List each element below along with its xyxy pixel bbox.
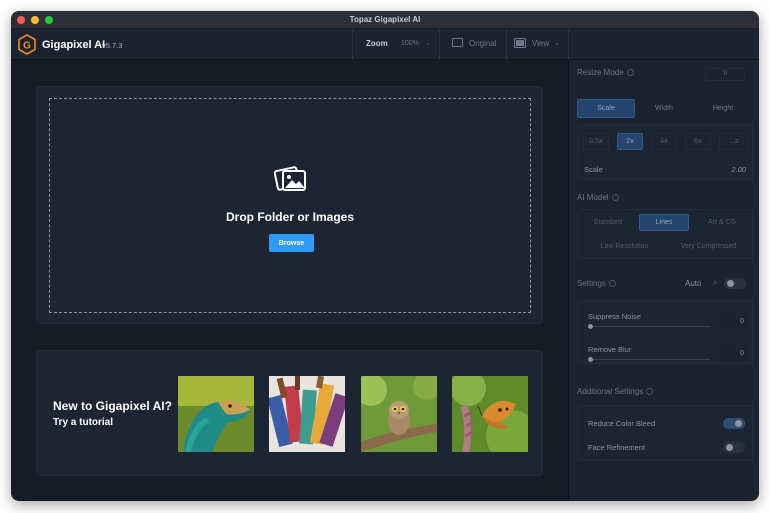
resize-mode-extra[interactable]: Tı — [705, 68, 745, 81]
face-refinement-label: Face Refinement — [588, 443, 646, 452]
scale-option-custom[interactable]: ...s — [719, 133, 749, 150]
tutorial-subtitle: Try a tutorial — [53, 417, 114, 428]
scale-option-4x[interactable]: 4x — [651, 133, 677, 150]
reduce-color-bleed-toggle[interactable] — [723, 418, 745, 429]
tutorial-thumbnail-paintbrushes[interactable] — [269, 376, 345, 452]
suppress-noise-slider[interactable] — [590, 326, 710, 327]
tab-scale[interactable]: Scale — [577, 99, 635, 118]
ai-model-card: Standard Lines Art & CG Low Resolution V… — [577, 209, 753, 259]
toolbar-divider — [568, 29, 569, 60]
additional-settings-heading: Additional Settings — [577, 387, 654, 396]
scale-card: 0.5x 2x 4x 6x ...s Scale 2.00 — [577, 124, 753, 180]
toolbar: G Gigapixel AI v5.7.3 Zoom 100% ⌄ Origin… — [11, 29, 759, 60]
ai-model-heading: AI Model — [577, 193, 619, 202]
images-icon — [274, 166, 306, 191]
scale-value[interactable]: 2.00 — [731, 165, 746, 174]
settings-card: Suppress Noise 0 Remove Blur 0 — [577, 300, 753, 364]
tutorial-thumbnail-lizard[interactable] — [178, 376, 254, 452]
help-icon[interactable] — [608, 280, 616, 287]
tutorial-thumbnail-owl[interactable] — [361, 376, 437, 452]
drop-panel: Drop Folder or Images Browse — [36, 86, 543, 324]
window-controls — [17, 16, 53, 24]
suppress-noise-value[interactable]: 0 — [718, 314, 748, 330]
app-version: v5.7.3 — [102, 41, 123, 50]
help-icon[interactable] — [646, 388, 654, 395]
remove-blur-value[interactable]: 0 — [718, 346, 748, 362]
help-icon[interactable] — [611, 194, 619, 201]
zoom-label: Zoom — [366, 39, 388, 48]
app-name: Gigapixel AI — [42, 39, 106, 51]
tutorial-title: New to Gigapixel AI? — [53, 399, 172, 413]
settings-sidebar: Resize Mode Tı Scale Width Height 0.5x 2… — [568, 60, 759, 501]
lightning-icon: ⚡ — [712, 278, 719, 288]
close-window-button[interactable] — [17, 16, 25, 24]
browse-button[interactable]: Browse — [269, 234, 314, 252]
scale-option-6x[interactable]: 6x — [685, 133, 711, 150]
gigapixel-logo-icon: G — [18, 34, 36, 55]
title-bar: Topaz Gigapixel AI — [11, 11, 759, 29]
drop-title: Drop Folder or Images — [225, 210, 355, 224]
toolbar-divider — [352, 29, 353, 60]
maximize-window-button[interactable] — [45, 16, 53, 24]
model-very-compressed[interactable]: Very Compressed — [668, 238, 749, 255]
auto-label: Auto — [685, 279, 702, 288]
scale-label: Scale — [584, 165, 603, 174]
model-art-cg[interactable]: Art & CG — [695, 214, 749, 231]
model-standard[interactable]: Standard — [583, 214, 633, 231]
resize-mode-heading: Resize Mode — [577, 68, 634, 77]
tab-height[interactable]: Height — [693, 99, 753, 118]
scale-option-2x[interactable]: 2x — [617, 133, 643, 150]
remove-blur-knob[interactable] — [588, 357, 593, 362]
suppress-noise-knob[interactable] — [588, 324, 593, 329]
chevron-down-icon[interactable]: ⌄ — [425, 39, 431, 47]
toolbar-divider — [506, 29, 507, 60]
zoom-dropdown[interactable]: 100% — [401, 40, 419, 47]
drop-zone[interactable]: Drop Folder or Images Browse — [49, 98, 531, 313]
minimize-window-button[interactable] — [31, 16, 39, 24]
window-title: Topaz Gigapixel AI — [349, 15, 421, 24]
additional-settings-card: Reduce Color Bleed Face Refinement — [577, 405, 753, 461]
face-refinement-toggle[interactable] — [723, 442, 745, 453]
help-icon[interactable] — [626, 69, 634, 76]
view-layout-icon[interactable] — [514, 38, 526, 48]
model-low-resolution[interactable]: Low Resolution — [583, 238, 666, 255]
toolbar-divider — [439, 29, 440, 60]
original-toggle[interactable]: Original — [469, 39, 497, 48]
view-dropdown[interactable]: View — [532, 39, 549, 48]
app-window: Topaz Gigapixel AI G Gigapixel AI v5.7.3… — [11, 11, 759, 501]
tutorial-panel: New to Gigapixel AI? Try a tutorial — [36, 350, 543, 476]
svg-text:G: G — [23, 41, 31, 52]
model-lines[interactable]: Lines — [639, 214, 689, 231]
remove-blur-label: Remove Blur — [588, 345, 632, 354]
suppress-noise-label: Suppress Noise — [588, 312, 641, 321]
remove-blur-slider[interactable] — [590, 359, 710, 360]
tab-width[interactable]: Width — [635, 99, 693, 118]
settings-heading: Settings — [577, 279, 616, 288]
tutorial-thumbnail-butterfly[interactable] — [452, 376, 528, 452]
reduce-color-bleed-label: Reduce Color Bleed — [588, 419, 656, 428]
chevron-down-icon[interactable]: ⌄ — [554, 39, 560, 47]
auto-toggle[interactable] — [724, 278, 746, 289]
scale-option-0-5x[interactable]: 0.5x — [583, 133, 609, 150]
original-image-icon[interactable] — [452, 38, 463, 47]
